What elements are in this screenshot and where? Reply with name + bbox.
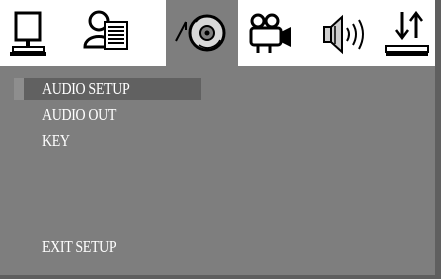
tab-preference[interactable] [380, 0, 435, 66]
audio-disc-icon [175, 14, 226, 52]
sort-arrows-icon [385, 10, 429, 56]
tab-user[interactable] [70, 0, 140, 66]
user-document-icon [83, 10, 128, 50]
tab-video[interactable] [238, 0, 308, 66]
speaker-icon [323, 14, 364, 55]
tab-audio[interactable] [166, 0, 238, 66]
menu-item-audio-setup[interactable]: AUDIO SETUP [42, 78, 130, 100]
tab-general[interactable] [0, 0, 70, 66]
projector-camera-icon [249, 13, 291, 53]
monitor-icon [10, 11, 46, 56]
menu-item-key[interactable]: KEY [42, 130, 70, 152]
exit-setup-button[interactable]: EXIT SETUP [42, 236, 117, 258]
menu-item-audio-out[interactable]: AUDIO OUT [42, 104, 116, 126]
selection-marker [14, 78, 24, 100]
setup-tab-bar [0, 0, 435, 66]
tab-speaker[interactable] [308, 0, 378, 66]
setup-screen: AUDIO SETUP AUDIO OUT KEY EXIT SETUP [0, 0, 441, 279]
setup-menu-panel: AUDIO SETUP AUDIO OUT KEY EXIT SETUP [14, 72, 424, 269]
